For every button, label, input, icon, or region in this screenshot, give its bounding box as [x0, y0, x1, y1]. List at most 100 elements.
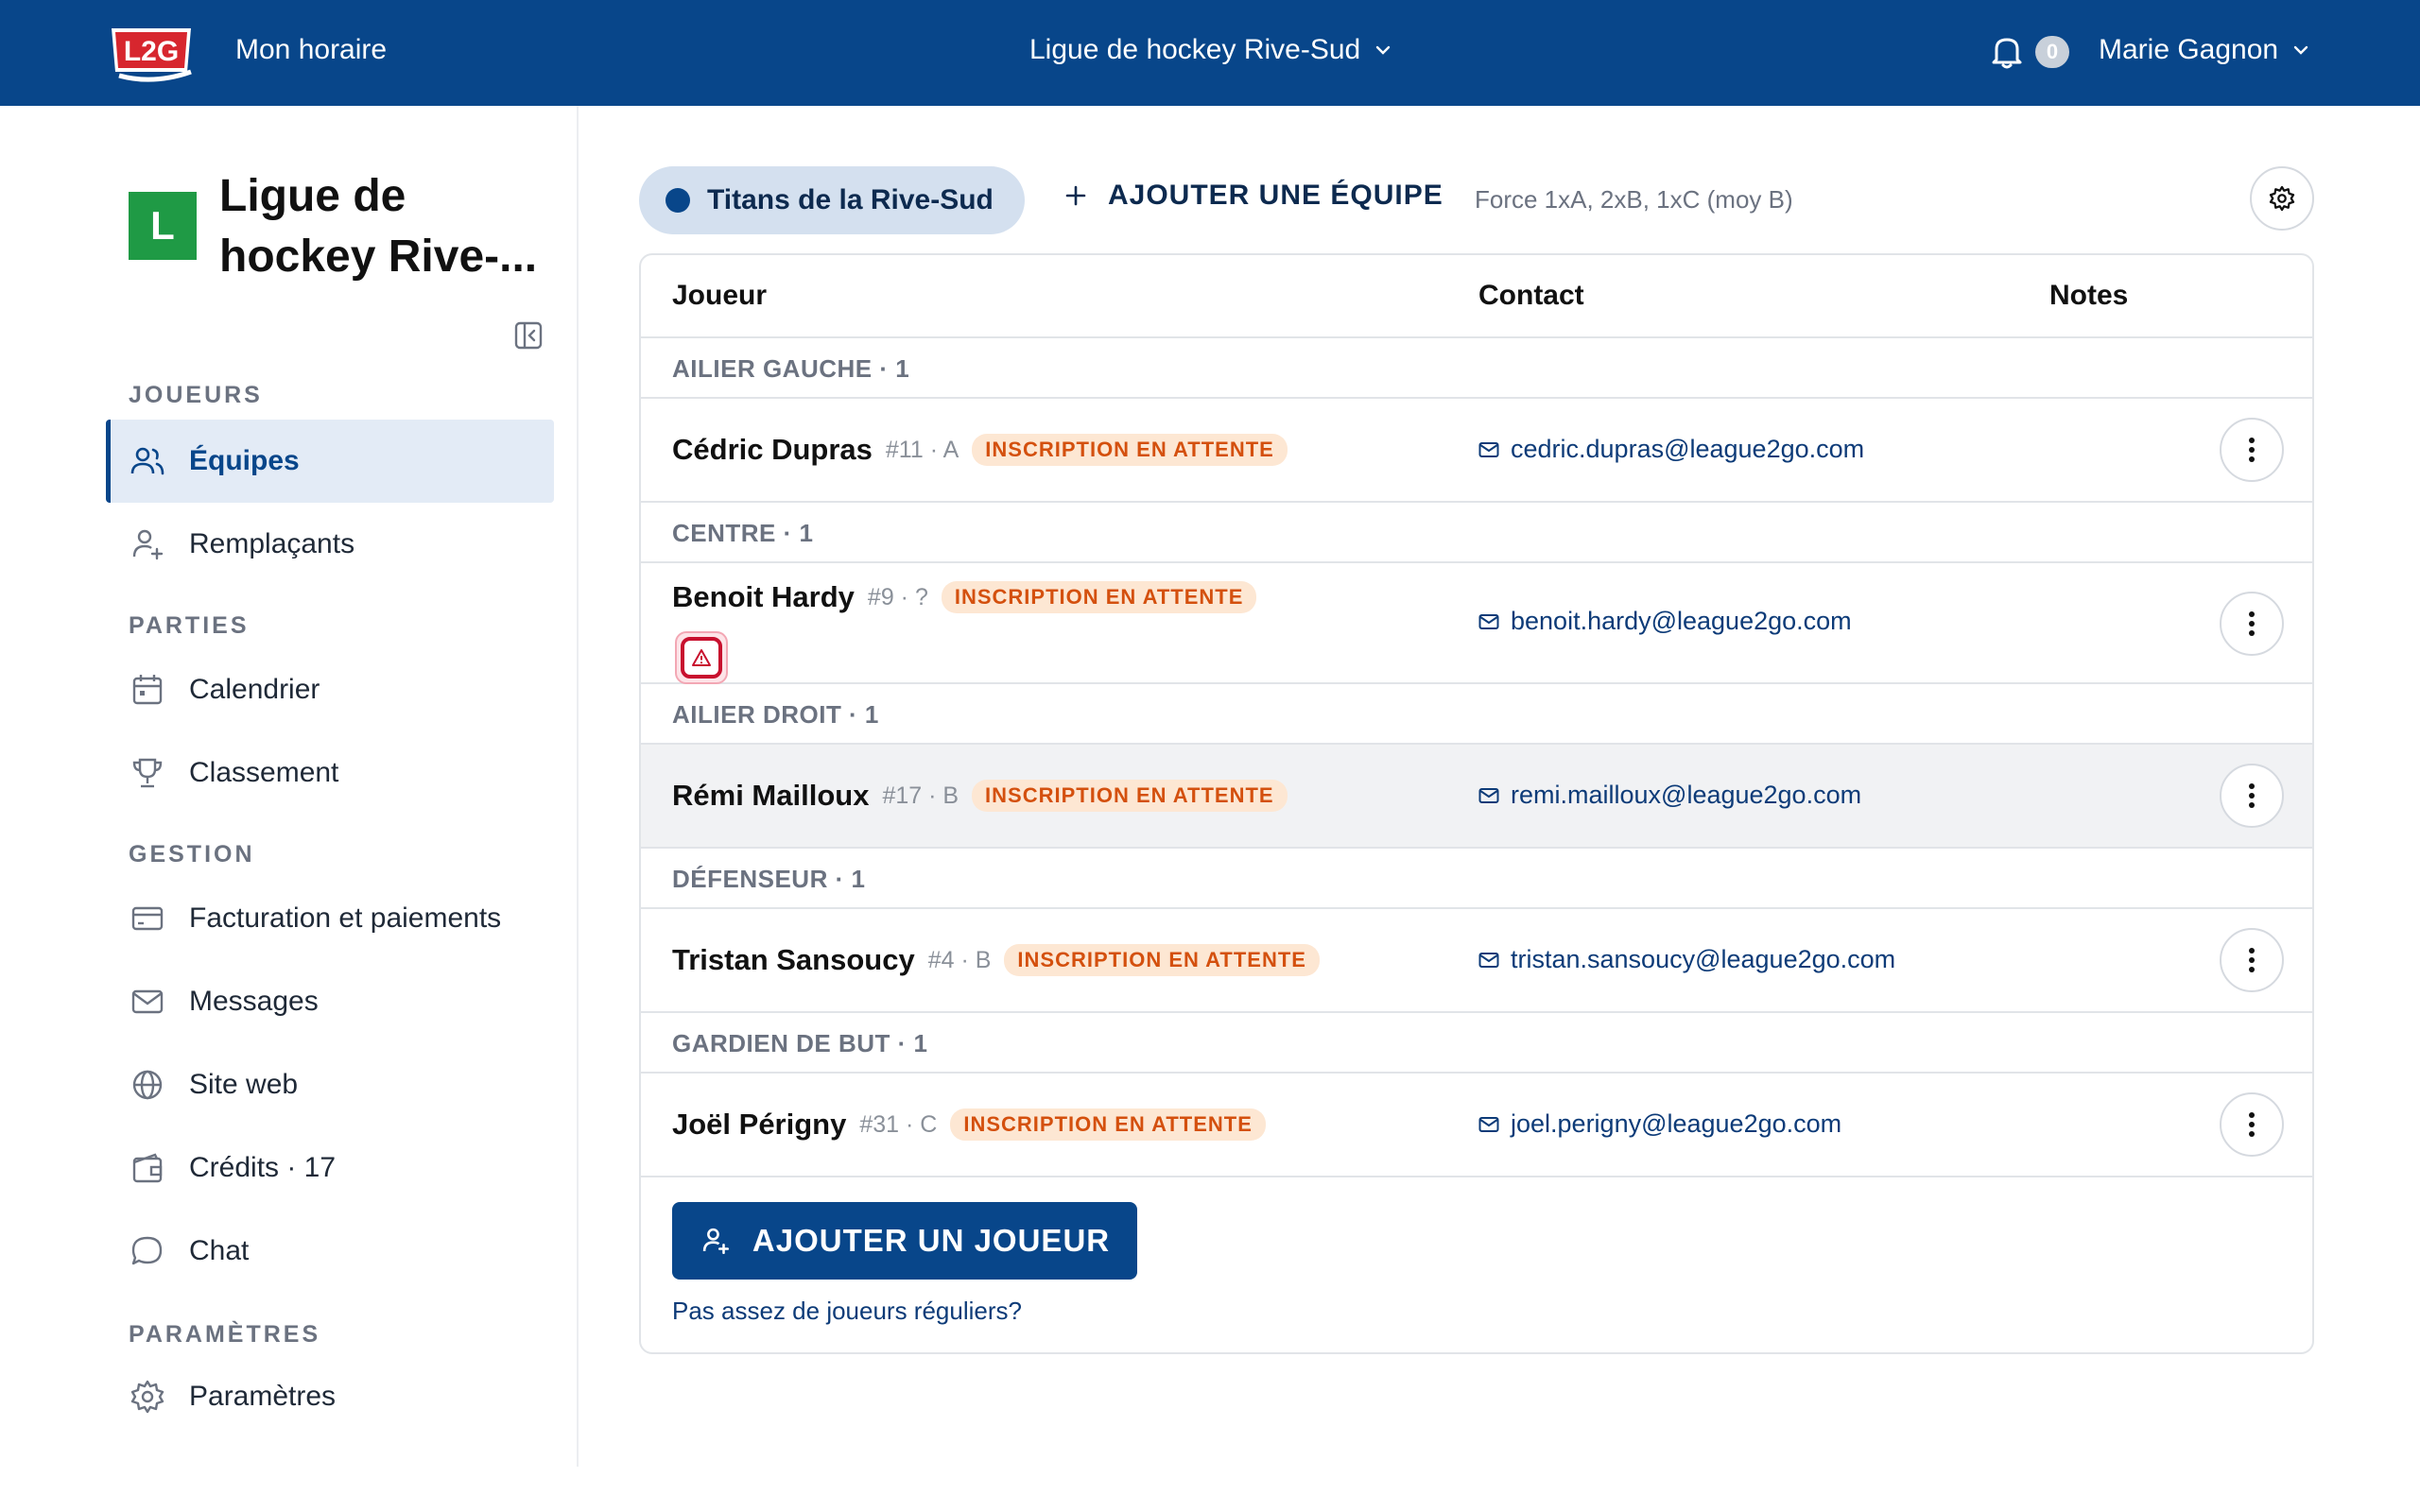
kebab-icon [2249, 948, 2255, 972]
add-player-button[interactable]: AJOUTER UN JOUEUR [672, 1202, 1137, 1280]
column-header-player: Joueur [672, 280, 768, 311]
globe-icon [132, 1070, 163, 1100]
sidebar-item-label: Classement [189, 757, 339, 788]
kebab-icon [2249, 783, 2255, 808]
gear-icon [2269, 185, 2295, 212]
league2go-logo[interactable]: L2G [106, 19, 197, 83]
table-row[interactable]: Tristan Sansoucy #4 · B INSCRIPTION EN A… [641, 909, 2312, 1013]
warning-icon-frame [681, 637, 722, 679]
sidebar-item-label: Chat [189, 1235, 250, 1266]
chevron-down-icon [2293, 45, 2308, 55]
status-badge: INSCRIPTION EN ATTENTE [950, 1108, 1266, 1141]
warning-button[interactable] [675, 631, 728, 684]
row-actions-button[interactable] [2220, 418, 2284, 482]
player-cell: Joël Périgny #31 · C INSCRIPTION EN ATTE… [672, 1108, 1266, 1142]
mail-icon [1478, 441, 1499, 457]
sidebar-item-label: Site web [189, 1069, 299, 1100]
sidebar-item-label: Équipes [189, 445, 300, 476]
position-group-header: CENTRE · 1 [641, 503, 2312, 563]
sidebar-collapse-icon[interactable] [514, 321, 543, 350]
team-settings-button[interactable] [2250, 166, 2314, 231]
not-enough-players-link[interactable]: Pas assez de joueurs réguliers? [672, 1297, 1022, 1326]
player-email-link[interactable]: benoit.hardy@league2go.com [1478, 607, 1852, 636]
table-row[interactable]: Rémi Mailloux #17 · B INSCRIPTION EN ATT… [641, 745, 2312, 849]
sidebar-item-label: Remplaçants [189, 528, 355, 559]
users-icon [130, 447, 164, 475]
roster-card: Joueur Contact Notes AILIER GAUCHE · 1 C… [639, 253, 2314, 1354]
player-email-link[interactable]: cedric.dupras@league2go.com [1478, 435, 1864, 464]
league-switcher[interactable]: Ligue de hockey Rive-Sud [1029, 34, 1392, 66]
trophy-icon [132, 758, 163, 788]
my-schedule-link[interactable]: Mon horaire [235, 34, 387, 66]
mail-icon [1478, 952, 1499, 968]
kebab-icon [2249, 1112, 2255, 1137]
sidebar-item-site-web[interactable]: Site web [106, 1043, 554, 1126]
sidebar-item-calendrier[interactable]: Calendrier [106, 648, 554, 731]
bell-icon[interactable] [1991, 34, 2023, 70]
top-navigation-bar: L2G Mon horaire Ligue de hockey Rive-Sud… [0, 0, 2420, 106]
gear-icon [130, 1380, 164, 1414]
sidebar-item-credits[interactable]: Crédits · 17 [106, 1126, 554, 1210]
team-tab-titans[interactable]: Titans de la Rive-Sud [639, 166, 1025, 234]
user-menu[interactable]: Marie Gagnon [2099, 34, 2310, 66]
player-cell: Cédric Dupras #11 · A INSCRIPTION EN ATT… [672, 433, 1288, 467]
sidebar-item-messages[interactable]: Messages [106, 960, 554, 1043]
table-row[interactable]: Joël Périgny #31 · C INSCRIPTION EN ATTE… [641, 1074, 2312, 1177]
player-number-rating: #17 · B [882, 782, 959, 809]
team-tab-label: Titans de la Rive-Sud [707, 184, 994, 215]
add-player-label: AJOUTER UN JOUEUR [752, 1223, 1111, 1258]
player-name[interactable]: Tristan Sansoucy [672, 943, 915, 977]
kebab-icon [2249, 611, 2255, 636]
status-badge: INSCRIPTION EN ATTENTE [941, 581, 1257, 613]
add-team-button[interactable]: AJOUTER UNE ÉQUIPE [1064, 180, 1443, 212]
player-email-link[interactable]: joel.perigny@league2go.com [1478, 1109, 1841, 1139]
sidebar-item-classement[interactable]: Classement [106, 731, 554, 815]
status-badge: INSCRIPTION EN ATTENTE [1004, 944, 1320, 976]
table-row[interactable]: Cédric Dupras #11 · A INSCRIPTION EN ATT… [641, 399, 2312, 503]
player-number-rating: #11 · A [885, 436, 959, 463]
league-title: Ligue de hockey Rive-... [219, 171, 538, 282]
chevron-down-icon [1376, 45, 1391, 55]
user-plus-icon [132, 529, 164, 560]
player-email: joel.perigny@league2go.com [1511, 1109, 1842, 1138]
player-name[interactable]: Joël Périgny [672, 1108, 846, 1142]
sidebar-item-label: Crédits · 17 [189, 1152, 337, 1183]
player-email-link[interactable]: remi.mailloux@league2go.com [1478, 781, 1861, 810]
credit-card-icon [131, 906, 164, 931]
position-group-header: DÉFENSEUR · 1 [641, 849, 2312, 909]
player-email-link[interactable]: tristan.sansoucy@league2go.com [1478, 945, 1895, 974]
player-cell: Tristan Sansoucy #4 · B INSCRIPTION EN A… [672, 943, 1320, 977]
row-actions-button[interactable] [2220, 928, 2284, 992]
player-email: benoit.hardy@league2go.com [1511, 607, 1852, 635]
position-group-header: GARDIEN DE BUT · 1 [641, 1013, 2312, 1074]
add-team-label: AJOUTER UNE ÉQUIPE [1108, 180, 1443, 211]
table-row[interactable]: Benoit Hardy #9 · ? INSCRIPTION EN ATTEN… [641, 563, 2312, 684]
player-name[interactable]: Cédric Dupras [672, 433, 873, 467]
wallet-icon [132, 1153, 163, 1183]
column-header-notes: Notes [2049, 280, 2129, 311]
row-actions-button[interactable] [2220, 592, 2284, 656]
position-group-label: AILIER DROIT · 1 [672, 700, 879, 729]
row-actions-button[interactable] [2220, 1092, 2284, 1157]
player-name[interactable]: Benoit Hardy [672, 580, 855, 614]
status-badge: INSCRIPTION EN ATTENTE [972, 434, 1288, 466]
roster-table-header: Joueur Contact Notes [641, 255, 2312, 338]
league-avatar: L [129, 192, 197, 260]
section-label-parametres: PARAMÈTRES [129, 1321, 321, 1348]
notification-count-badge: 0 [2035, 36, 2069, 68]
user-plus-icon [702, 1228, 729, 1255]
sidebar-item-parametres[interactable]: Paramètres [106, 1355, 554, 1438]
sidebar-item-facturation[interactable]: Facturation et paiements [106, 877, 554, 960]
sidebar-item-label: Paramètres [189, 1381, 337, 1412]
row-actions-button[interactable] [2220, 764, 2284, 828]
position-group-label: DÉFENSEUR · 1 [672, 865, 866, 893]
sidebar-item-equipes[interactable]: Équipes [106, 420, 554, 503]
player-number-rating: #4 · B [927, 946, 992, 973]
sidebar-item-remplacants[interactable]: Remplaçants [106, 503, 554, 586]
team-color-dot [666, 188, 690, 213]
sidebar-item-chat[interactable]: Chat [106, 1210, 554, 1293]
player-name[interactable]: Rémi Mailloux [672, 779, 869, 813]
chat-bubble-icon [131, 1236, 163, 1265]
player-cell: Rémi Mailloux #17 · B INSCRIPTION EN ATT… [672, 779, 1288, 813]
player-email: remi.mailloux@league2go.com [1511, 781, 1862, 809]
